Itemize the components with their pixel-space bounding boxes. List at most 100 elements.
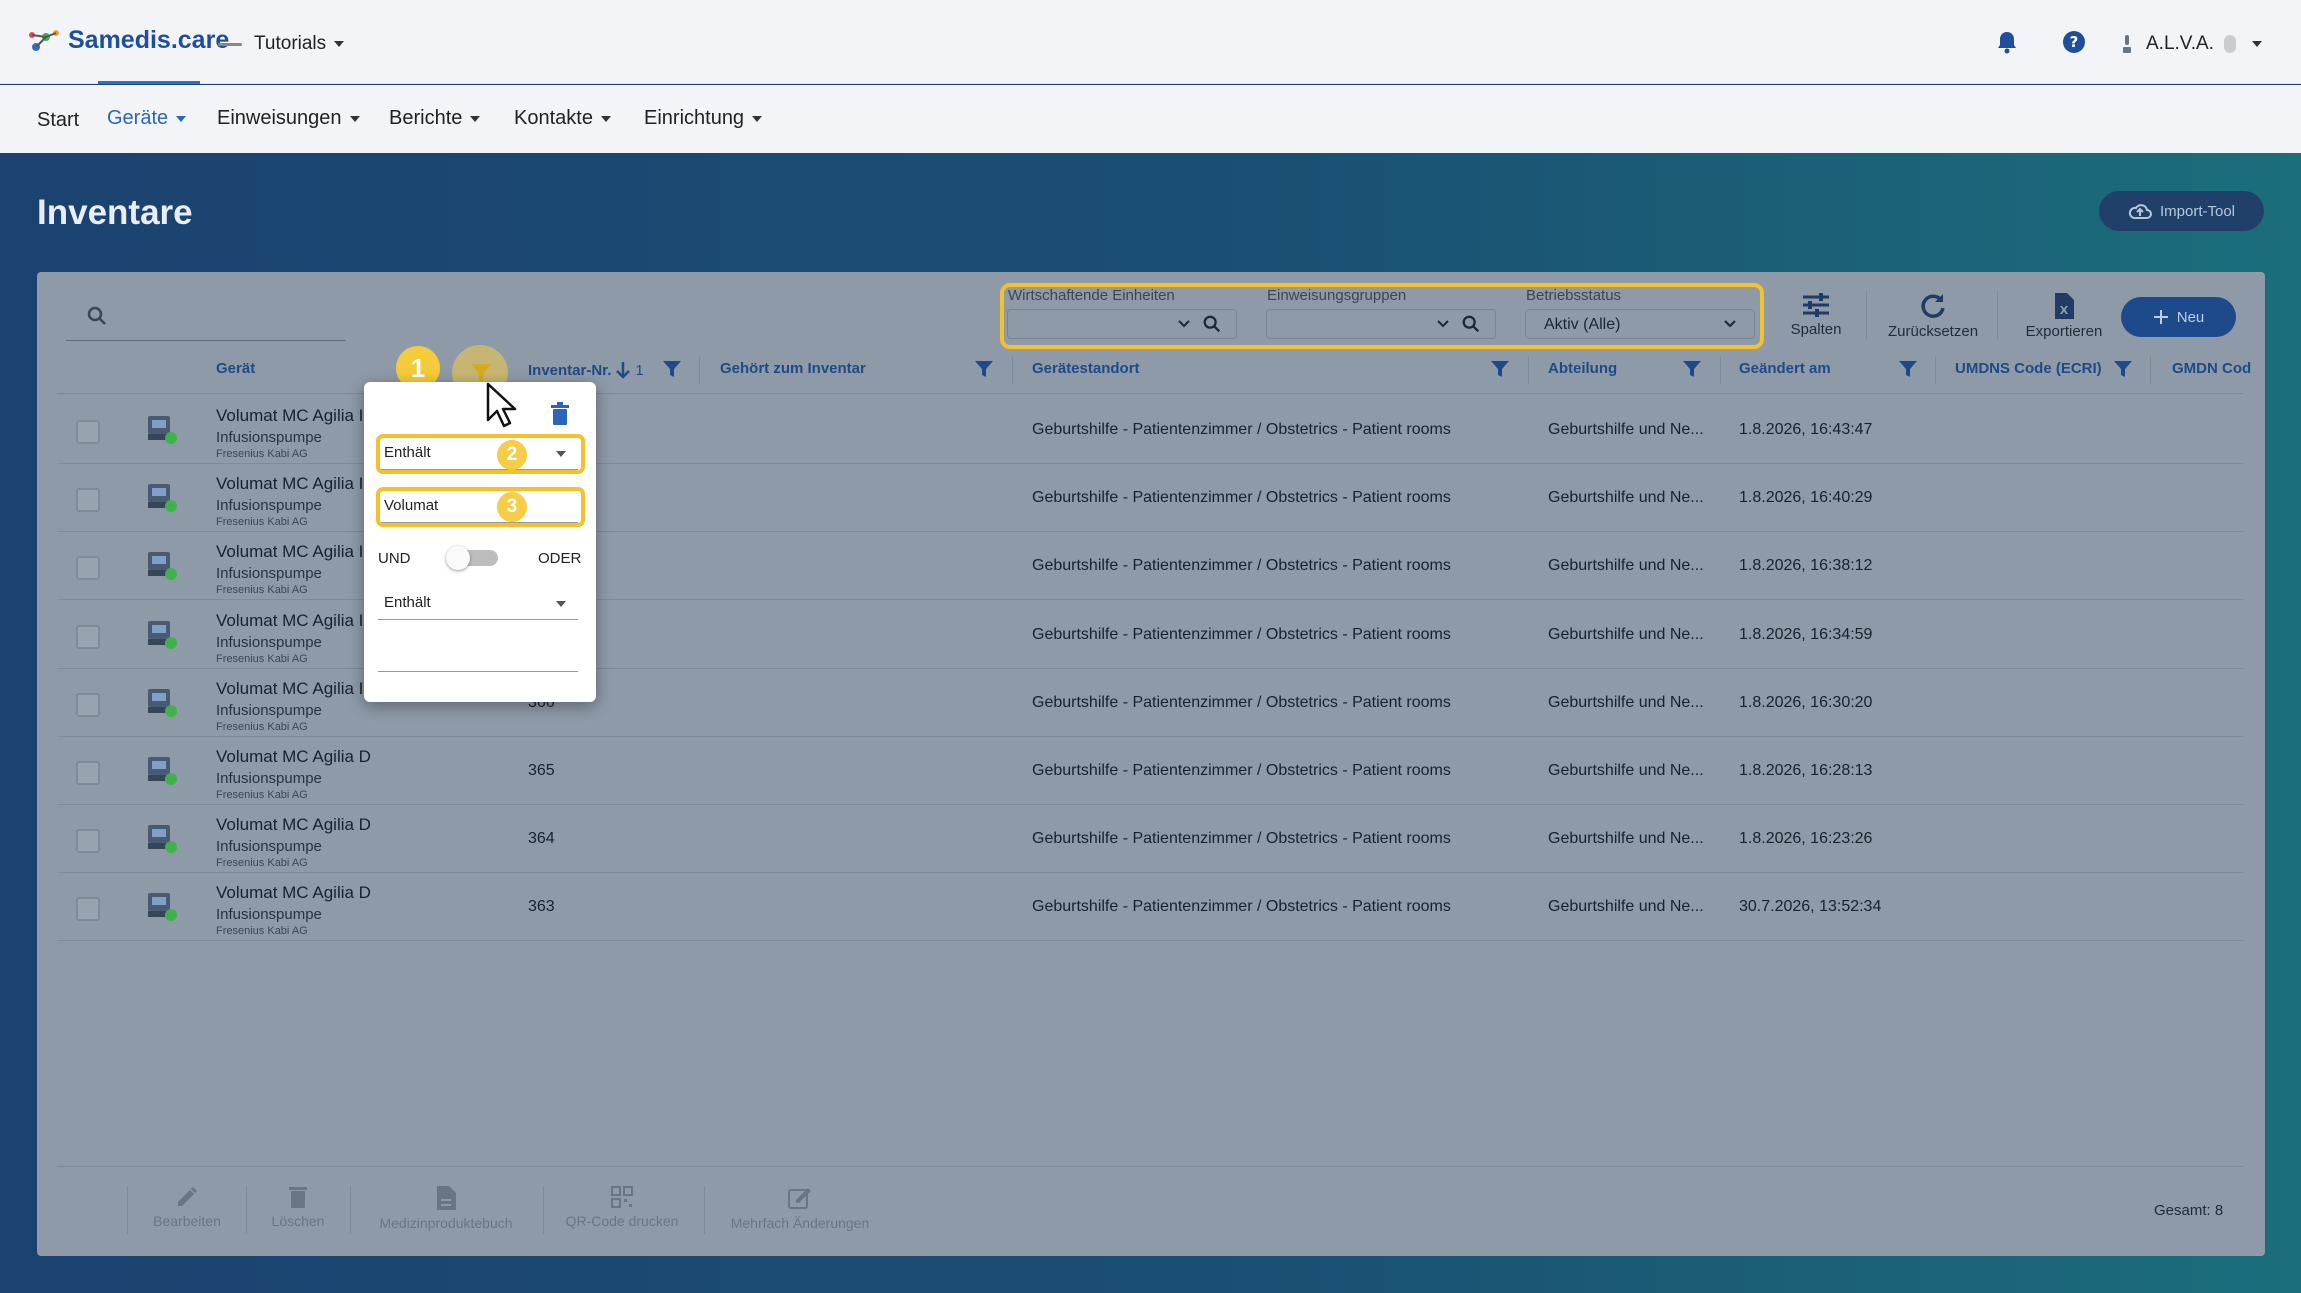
changed-date: 1.8.2026, 16:23:26 [1739, 830, 1873, 847]
qr-code-label: QR-Code drucken [565, 1213, 679, 1229]
brand-logo[interactable]: Samedis.care [28, 26, 229, 55]
edit-label: Bearbeiten [153, 1213, 221, 1229]
search-input[interactable] [116, 307, 336, 335]
device-location: Geburtshilfe - Patientenzimmer / Obstetr… [1032, 694, 1451, 711]
trash-icon[interactable] [550, 402, 570, 426]
col-geaendert[interactable]: Geändert am [1739, 360, 1831, 377]
row-checkbox[interactable] [76, 761, 100, 785]
import-tool-button[interactable]: Import-Tool [2099, 191, 2264, 231]
row-checkbox[interactable] [76, 897, 100, 921]
device-maker: Fresenius Kabi AG [216, 857, 308, 869]
filter-icon[interactable] [1682, 359, 1702, 379]
device-maker: Fresenius Kabi AG [216, 584, 308, 596]
workspace-selector[interactable]: Tutorials [218, 33, 345, 55]
sort-down-arrow-icon [616, 362, 631, 379]
col-inventar[interactable]: Inventar-Nr. 1 [528, 360, 644, 380]
brand-name: Samedis.care [68, 26, 230, 54]
filter-operator-select-2[interactable]: Enthält [378, 586, 578, 620]
col-gehoert[interactable]: Gehört zum Inventar [720, 360, 866, 377]
nav-kontakte[interactable]: Kontakte [514, 107, 611, 130]
col-standort[interactable]: Gerätestandort [1032, 360, 1140, 377]
multi-edit-icon [788, 1188, 811, 1209]
search-icon[interactable] [1461, 314, 1481, 334]
device-department: Geburtshilfe und Ne... [1548, 694, 1704, 711]
nav-einrichtung[interactable]: Einrichtung [644, 107, 763, 130]
sliders-icon [1803, 293, 1829, 317]
device-name: Volumat MC Agilia D [216, 747, 371, 766]
row-checkbox[interactable] [76, 420, 100, 444]
reset-button[interactable]: Zurücksetzen [1888, 292, 1978, 340]
step-badge-2: 2 [497, 440, 527, 470]
edit-icon [178, 1187, 197, 1206]
row-checkbox[interactable] [76, 625, 100, 649]
multi-edit-button[interactable]: Mehrfach Änderungen [726, 1185, 874, 1231]
help-icon[interactable]: ? [2062, 30, 2086, 54]
medizinproduktebuch-button[interactable]: Medizinproduktebuch [372, 1185, 520, 1231]
row-checkbox[interactable] [76, 488, 100, 512]
changed-date: 1.8.2026, 16:28:13 [1739, 762, 1873, 779]
col-geraet[interactable]: Gerät [216, 360, 255, 377]
filter-betrieb-select[interactable]: Aktiv (Alle) [1525, 309, 1755, 339]
device-location: Geburtshilfe - Patientenzimmer / Obstetr… [1032, 557, 1451, 574]
device-name: Volumat MC Agilia I [216, 542, 364, 561]
cursor-icon [486, 382, 517, 428]
nav-start[interactable]: Start [37, 109, 79, 132]
filter-icon[interactable] [470, 362, 492, 384]
edit-button[interactable]: Bearbeiten [148, 1185, 226, 1229]
col-umdns[interactable]: UMDNS Code (ECRI) [1955, 360, 2102, 377]
filter-icon[interactable] [2113, 359, 2133, 379]
nav-geraete[interactable]: Geräte [107, 107, 187, 130]
changed-date: 1.8.2026, 16:34:59 [1739, 626, 1873, 643]
filter-icon[interactable] [974, 359, 994, 379]
filter-betrieb: Betriebsstatus [1526, 287, 1621, 304]
user-menu[interactable]: A.L.V.A. [2120, 33, 2262, 55]
operator-highlight [376, 434, 585, 474]
delete-button[interactable]: Löschen [266, 1185, 330, 1229]
filter-icon[interactable] [662, 359, 682, 379]
device-maker: Fresenius Kabi AG [216, 789, 308, 801]
nav-berichte[interactable]: Berichte [389, 107, 481, 130]
columns-button[interactable]: Spalten [1790, 292, 1842, 338]
caret-down-icon [600, 115, 611, 122]
inventory-number: 364 [528, 830, 555, 847]
device-department: Geburtshilfe und Ne... [1548, 557, 1704, 574]
col-abteilung[interactable]: Abteilung [1548, 360, 1617, 377]
or-label: ODER [538, 550, 582, 567]
table-row[interactable]: Volumat MC Agilia D Infusionspumpe Freseni… [57, 805, 2243, 873]
device-type: Infusionspumpe [216, 702, 322, 719]
qr-code-button[interactable]: QR-Code drucken [564, 1185, 680, 1229]
device-name: Volumat MC Agilia I [216, 611, 364, 630]
and-or-toggle-row: UND ODER [376, 544, 586, 574]
and-or-toggle[interactable] [446, 546, 498, 570]
device-department: Geburtshilfe und Ne... [1548, 898, 1704, 915]
filter-wirtschaftende-select[interactable] [1007, 309, 1237, 339]
brand-underline [98, 81, 200, 84]
device-department: Geburtshilfe und Ne... [1548, 626, 1704, 643]
filter-icon[interactable] [1898, 359, 1918, 379]
row-checkbox[interactable] [76, 693, 100, 717]
nav-einweisungen[interactable]: Einweisungen [217, 107, 360, 130]
filter-icon[interactable] [1490, 359, 1510, 379]
chevron-down-icon [1724, 320, 1736, 328]
new-button[interactable]: Neu [2121, 297, 2236, 337]
device-name: Volumat MC Agilia D [216, 883, 371, 902]
device-type: Infusionspumpe [216, 565, 322, 582]
bell-icon[interactable] [1996, 30, 2018, 54]
filter-value-input-2[interactable] [378, 638, 578, 672]
col-divider [699, 356, 700, 384]
export-button[interactable]: X Exportieren [2024, 292, 2104, 340]
table-row[interactable]: Volumat MC Agilia D Infusionspumpe Freseni… [57, 737, 2243, 805]
nav-kontakte-label: Kontakte [514, 107, 593, 129]
row-checkbox[interactable] [76, 556, 100, 580]
avatar [2223, 35, 2236, 53]
table-row[interactable]: Volumat MC Agilia D Infusionspumpe Freseni… [57, 873, 2243, 941]
col-gmdn[interactable]: GMDN Cod [2172, 360, 2251, 377]
device-maker: Fresenius Kabi AG [216, 448, 308, 460]
changed-date: 30.7.2026, 13:52:34 [1739, 898, 1882, 915]
filter-wirtschaftende-label: Wirtschaftende Einheiten [1008, 287, 1175, 304]
row-checkbox[interactable] [76, 829, 100, 853]
user-status-icon [2123, 35, 2131, 53]
search-icon[interactable] [1202, 314, 1222, 334]
sort-order-badge: 1 [635, 361, 644, 379]
filter-einweisung-select[interactable] [1266, 309, 1496, 339]
